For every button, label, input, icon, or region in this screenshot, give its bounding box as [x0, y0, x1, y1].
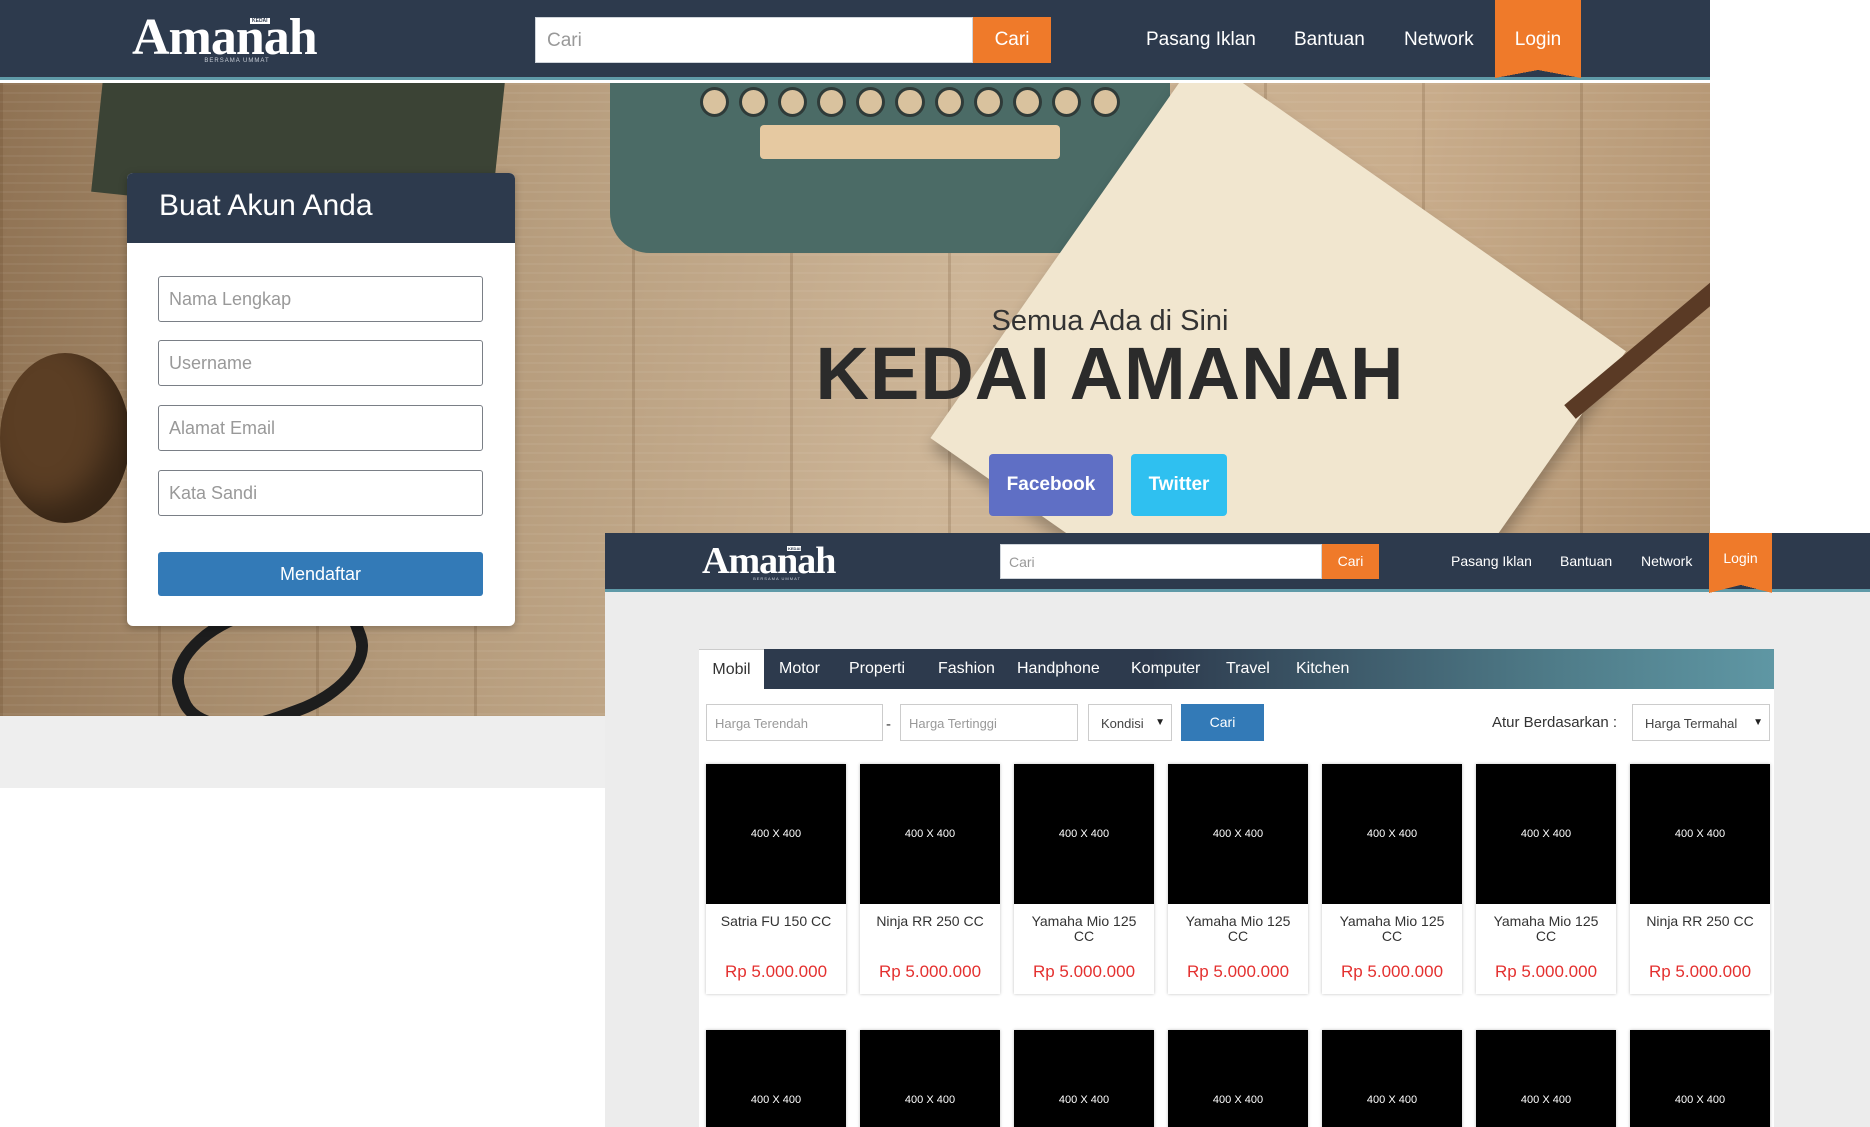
nav-link-network[interactable]: Network — [1641, 553, 1692, 569]
product-image: 400 X 400 — [706, 1030, 846, 1127]
product-name: Yamaha Mio 125 CC — [1185, 913, 1291, 944]
product-price: Rp 5.000.000 — [1032, 962, 1136, 981]
filter-search-button[interactable]: Cari — [1181, 704, 1264, 741]
product-price: Rp 5.000.000 — [878, 962, 982, 981]
twitter-button[interactable]: Twitter — [1131, 454, 1227, 516]
nav-link-pasang-iklan[interactable]: Pasang Iklan — [1451, 553, 1532, 569]
product-price: Rp 5.000.000 — [1186, 962, 1290, 981]
condition-select-value: Kondisi — [1101, 716, 1144, 731]
tab-travel[interactable]: Travel — [1226, 649, 1270, 689]
product-name: Yamaha Mio 125 CC — [1031, 913, 1137, 944]
pinecone-image — [0, 353, 130, 523]
tab-kitchen[interactable]: Kitchen — [1296, 649, 1349, 689]
product-card[interactable]: 400 X 400 Satria FU 150 CC Rp 5.000.000 — [706, 764, 846, 994]
product-card[interactable]: 400 X 400 — [1014, 1030, 1154, 1127]
category-tabs: Mobil Motor Properti Fashion Handphone K… — [699, 649, 1774, 689]
nav-link-pasang-iklan[interactable]: Pasang Iklan — [1146, 29, 1256, 51]
username-field[interactable]: Username — [158, 340, 483, 386]
product-card[interactable]: 400 X 400 Yamaha Mio 125 CC Rp 5.000.000 — [1168, 764, 1308, 994]
sort-select[interactable]: Harga Termahal ▼ — [1632, 704, 1770, 741]
product-card[interactable]: 400 X 400 — [1476, 1030, 1616, 1127]
product-image: 400 X 400 — [860, 1030, 1000, 1127]
top-navbar: Amanah KEDAI BERSAMA UMMAT Cari Cari Pas… — [605, 533, 1870, 593]
product-card[interactable]: 400 X 400 Ninja RR 250 CC Rp 5.000.000 — [1630, 764, 1770, 994]
logo-tagline: BERSAMA UMMAT — [753, 576, 801, 581]
dropdown-caret-icon: ▼ — [1155, 717, 1165, 728]
max-price-input[interactable]: Harga Tertinggi — [900, 704, 1078, 741]
product-image: 400 X 400 — [860, 764, 1000, 904]
product-name: Yamaha Mio 125 CC — [1339, 913, 1445, 944]
typewriter-keys — [700, 87, 1121, 127]
top-navbar: Amanah KEDAI BERSAMA UMMAT Cari Cari Pas… — [0, 0, 1710, 80]
email-field[interactable]: Alamat Email — [158, 405, 483, 451]
tab-motor[interactable]: Motor — [779, 649, 820, 689]
product-card[interactable]: 400 X 400 — [706, 1030, 846, 1127]
product-name: Ninja RR 250 CC — [876, 913, 984, 929]
site-logo[interactable]: Amanah KEDAI BERSAMA UMMAT — [702, 539, 852, 583]
product-name: Ninja RR 250 CC — [1646, 913, 1754, 929]
search-input[interactable]: Cari — [1000, 544, 1322, 579]
nav-link-bantuan[interactable]: Bantuan — [1560, 553, 1612, 569]
product-image: 400 X 400 — [1168, 764, 1308, 904]
product-name: Yamaha Mio 125 CC — [1493, 913, 1599, 944]
sort-select-value: Harga Termahal — [1645, 716, 1738, 731]
product-card[interactable]: 400 X 400 — [1630, 1030, 1770, 1127]
product-image: 400 X 400 — [1322, 764, 1462, 904]
product-image: 400 X 400 — [1014, 1030, 1154, 1127]
logo-tagline: BERSAMA UMMAT — [204, 58, 270, 64]
login-button[interactable]: Login — [1709, 533, 1772, 593]
search-button[interactable]: Cari — [973, 17, 1051, 63]
product-image: 400 X 400 — [1630, 1030, 1770, 1127]
product-name: Satria FU 150 CC — [720, 913, 832, 929]
search-input[interactable]: Cari — [535, 17, 973, 63]
composite-screenshot: Amanah KEDAI BERSAMA UMMAT Cari Cari Pas… — [0, 0, 1870, 1127]
product-image: 400 X 400 — [1630, 764, 1770, 904]
product-image: 400 X 400 — [706, 764, 846, 904]
page-background-strip — [0, 716, 605, 788]
product-price: Rp 5.000.000 — [1340, 962, 1444, 981]
hero-title: KEDAI AMANAH — [815, 332, 1405, 415]
catalog-panel: Mobil Motor Properti Fashion Handphone K… — [699, 649, 1774, 1127]
product-card[interactable]: 400 X 400 — [1322, 1030, 1462, 1127]
product-card[interactable]: 400 X 400 Yamaha Mio 125 CC Rp 5.000.000 — [1476, 764, 1616, 994]
site-logo[interactable]: Amanah KEDAI BERSAMA UMMAT — [132, 8, 342, 68]
price-separator: - — [886, 716, 891, 733]
sort-label: Atur Berdasarkan : — [1492, 714, 1618, 731]
login-button[interactable]: Login — [1495, 0, 1581, 78]
product-image: 400 X 400 — [1322, 1030, 1462, 1127]
register-form: Buat Akun Anda Nama Lengkap Username Ala… — [127, 173, 515, 626]
nav-link-bantuan[interactable]: Bantuan — [1294, 29, 1365, 51]
nav-link-network[interactable]: Network — [1404, 29, 1474, 51]
catalog-page: Amanah KEDAI BERSAMA UMMAT Cari Cari Pas… — [605, 533, 1870, 1127]
register-button[interactable]: Mendaftar — [158, 552, 483, 596]
facebook-button[interactable]: Facebook — [989, 454, 1113, 516]
product-image: 400 X 400 — [1476, 764, 1616, 904]
logo-badge: KEDAI — [787, 546, 802, 551]
product-image: 400 X 400 — [1014, 764, 1154, 904]
min-price-input[interactable]: Harga Terendah — [706, 704, 883, 741]
product-price: Rp 5.000.000 — [724, 962, 828, 981]
logo-badge: KEDAI — [250, 18, 270, 24]
product-price: Rp 5.000.000 — [1648, 962, 1752, 981]
product-price: Rp 5.000.000 — [1494, 962, 1598, 981]
product-card[interactable]: 400 X 400 Yamaha Mio 125 CC Rp 5.000.000 — [1014, 764, 1154, 994]
condition-select[interactable]: Kondisi ▼ — [1088, 704, 1172, 741]
search-button[interactable]: Cari — [1322, 544, 1379, 579]
product-card[interactable]: 400 X 400 Yamaha Mio 125 CC Rp 5.000.000 — [1322, 764, 1462, 994]
product-image: 400 X 400 — [1476, 1030, 1616, 1127]
full-name-field[interactable]: Nama Lengkap — [158, 276, 483, 322]
tab-handphone[interactable]: Handphone — [1017, 649, 1100, 689]
product-image: 400 X 400 — [1168, 1030, 1308, 1127]
typewriter-spacebar — [760, 125, 1060, 159]
dropdown-caret-icon: ▼ — [1753, 717, 1763, 728]
tab-fashion[interactable]: Fashion — [938, 649, 995, 689]
tab-komputer[interactable]: Komputer — [1131, 649, 1200, 689]
register-title: Buat Akun Anda — [127, 173, 515, 243]
product-card[interactable]: 400 X 400 Ninja RR 250 CC Rp 5.000.000 — [860, 764, 1000, 994]
product-card[interactable]: 400 X 400 — [1168, 1030, 1308, 1127]
product-card[interactable]: 400 X 400 — [860, 1030, 1000, 1127]
tab-properti[interactable]: Properti — [849, 649, 905, 689]
tab-mobil[interactable]: Mobil — [699, 649, 764, 689]
password-field[interactable]: Kata Sandi — [158, 470, 483, 516]
